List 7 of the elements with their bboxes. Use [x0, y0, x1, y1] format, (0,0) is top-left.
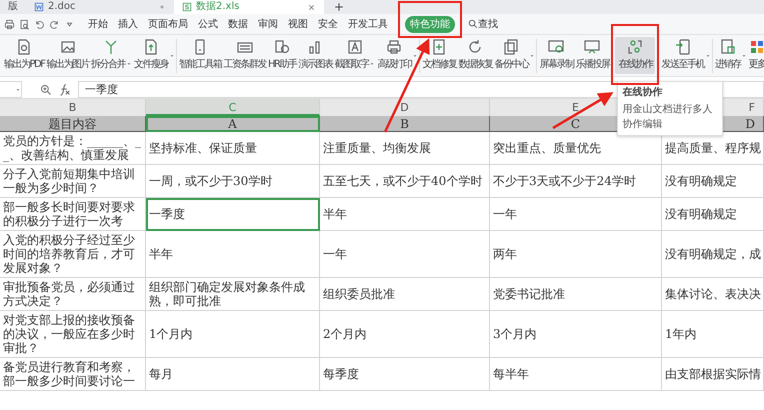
tab-label: 2.doc [48, 0, 76, 14]
table-header-cell: A [146, 116, 320, 132]
tab-label: 版 [8, 0, 18, 14]
table-header-cell: 题目内容 [0, 116, 146, 132]
table-header-cell: B [320, 116, 490, 132]
tooltip-title: 在线协作 [622, 86, 664, 100]
tab-label: 数据2.xls [196, 0, 240, 14]
